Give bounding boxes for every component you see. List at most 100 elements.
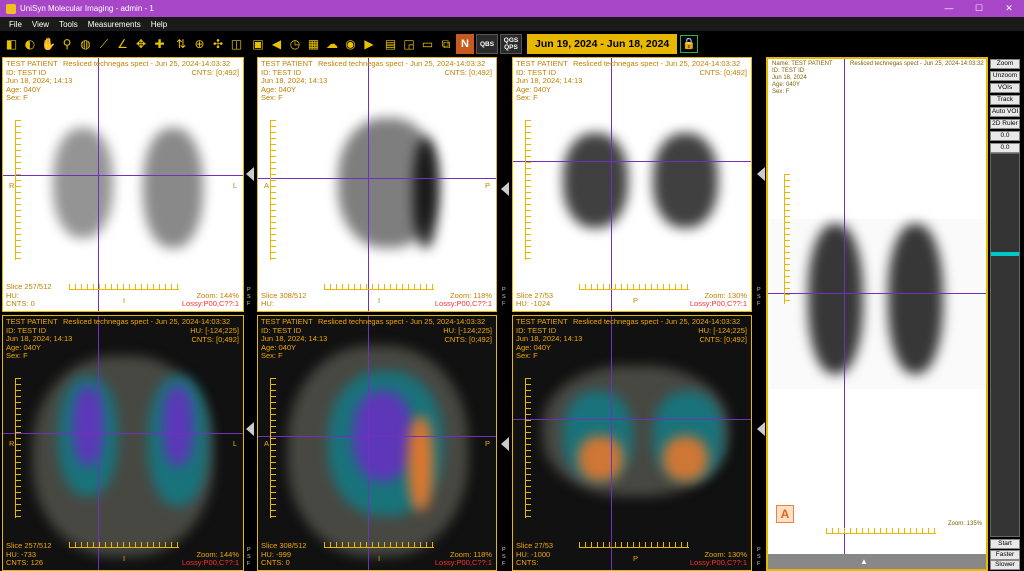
orientation-right: P [484, 439, 490, 448]
minimize-button[interactable]: — [934, 0, 964, 17]
faster-button[interactable]: Faster [990, 550, 1020, 560]
window-info: CNTS: [0;492] [444, 68, 492, 78]
series-description: Resliced technegas spect - Jun 25, 2024-… [63, 317, 231, 326]
collapse-tab[interactable] [246, 167, 254, 181]
mip-date: Jun 18, 2024 [772, 75, 807, 81]
viewport-sagittal-fused[interactable]: TEST PATIENT ID: TEST ID Jun 18, 2024; 1… [257, 315, 497, 571]
orientation-left: A [264, 439, 270, 448]
mip-patient-info: Name: TEST PATIENT ID: TEST ID Jun 18, 2… [772, 61, 833, 96]
menu-view[interactable]: View [32, 20, 49, 29]
n-button[interactable]: N [456, 34, 474, 54]
patient-sex: Sex: F [516, 351, 538, 361]
patient-sex: Sex: F [6, 93, 28, 103]
menu-tools[interactable]: Tools [59, 20, 78, 29]
anterior-view-button[interactable]: A [776, 505, 794, 523]
menu-help[interactable]: Help [151, 20, 167, 29]
cnts-window: CNTS: [0;492] [444, 334, 492, 344]
start-button[interactable]: Start [990, 539, 1020, 549]
window-info: HU: [-124;225] CNTS: [0;492] [698, 326, 747, 344]
layout-icon[interactable]: ◫ [228, 36, 245, 53]
orientation-right: L [232, 439, 237, 448]
orientation-right: L [232, 181, 237, 190]
brain-icon[interactable]: ☁ [324, 36, 341, 53]
window-info: HU: [-124;225] CNTS: [0;492] [443, 326, 492, 344]
patient-sex: Sex: F [6, 351, 28, 361]
viewport-sagittal-spect[interactable]: TEST PATIENT ID: TEST ID Jun 18, 2024; 1… [257, 57, 497, 312]
viewport-coronal-fused[interactable]: TEST PATIENT ID: TEST ID Jun 18, 2024; 1… [2, 315, 244, 571]
lock-icon[interactable]: 🔒 [680, 35, 699, 53]
collapse-tab[interactable] [757, 422, 765, 436]
mip-series: Resliced technegas spect - Jun 25, 2024-… [850, 61, 984, 67]
value-field-1[interactable]: 0.0 [990, 131, 1020, 141]
viewport-axial-spect[interactable]: TEST PATIENT ID: TEST ID Jun 18, 2024; 1… [512, 57, 752, 312]
move-icon[interactable]: ✣ [210, 36, 227, 53]
menu-measurements[interactable]: Measurements [88, 20, 141, 29]
mip-zoom: Zoom: 135% [947, 521, 982, 527]
zoom-button[interactable]: Zoom [990, 59, 1020, 69]
crosshair-icon[interactable]: ✥ [133, 36, 150, 53]
orientation-right: P [484, 181, 490, 190]
3d-icon[interactable]: ◍ [77, 36, 94, 53]
mip-viewport[interactable]: Name: TEST PATIENT ID: TEST ID Jun 18, 2… [766, 57, 988, 571]
unzoom-button[interactable]: Unzoom [990, 71, 1020, 81]
track-button[interactable]: Track [990, 95, 1020, 105]
flip-icon[interactable]: ⇅ [173, 36, 190, 53]
play-icon[interactable]: ◉ [342, 36, 359, 53]
cnts-window: CNTS: [0;492] [699, 334, 747, 344]
viewer-area: TEST PATIENT ID: TEST ID Jun 18, 2024; 1… [0, 57, 1024, 571]
patient-sex: Sex: F [261, 351, 283, 361]
slice-info: Slice 257/512 HU: -733 CNTS: 126 [6, 542, 51, 568]
qbs-label: QBS [479, 40, 495, 48]
window-level-icon[interactable]: ◧ [3, 36, 20, 53]
patient-sex: Sex: F [261, 93, 283, 103]
stack-icon[interactable]: ⧉ [438, 36, 455, 53]
window-title: UniSyn Molecular Imaging - admin - 1 [20, 4, 154, 13]
box-icon[interactable]: ▣ [250, 36, 267, 53]
cnts-window: CNTS: [0;492] [191, 68, 239, 77]
date-range[interactable]: Jun 19, 2024 - Jun 18, 2024 [527, 34, 678, 54]
mip-scrollbar[interactable]: ▲ [768, 554, 986, 569]
angle-icon[interactable]: ∠ [114, 36, 131, 53]
bar-chart-icon[interactable]: ▤ [382, 36, 399, 53]
orientation-bottom: I [123, 296, 126, 305]
scroll-up-icon[interactable]: ▲ [860, 557, 868, 566]
title-bar: UniSyn Molecular Imaging - admin - 1 — ☐… [0, 0, 1024, 17]
series-description: Resliced technegas spect - Jun 25, 2024-… [573, 317, 741, 326]
zoom-icon[interactable]: ⚲ [59, 36, 76, 53]
ruler-icon[interactable]: ⟋ [96, 36, 113, 53]
orientation-left: A [264, 181, 270, 190]
cnts-value: CNTS: 126 [6, 558, 44, 568]
maximize-button[interactable]: ☐ [964, 0, 994, 17]
mip-name: Name: TEST PATIENT [772, 61, 833, 67]
viewport-axial-fused[interactable]: TEST PATIENT ID: TEST ID Jun 18, 2024; 1… [512, 315, 752, 571]
film-icon[interactable]: ▶ [361, 36, 378, 53]
value-field-2[interactable]: 0.0 [990, 143, 1020, 153]
qgs-qps-button[interactable]: QGS QPS [500, 34, 522, 54]
viewport-coronal-spect[interactable]: TEST PATIENT ID: TEST ID Jun 18, 2024; 1… [2, 57, 244, 312]
plus-icon[interactable]: ✚ [151, 36, 168, 53]
series-description: Resliced technegas spect - Jun 25, 2024-… [63, 59, 231, 68]
back-icon[interactable]: ◀ [268, 36, 285, 53]
menu-file[interactable]: File [9, 20, 22, 29]
cine-icon[interactable]: ▭ [419, 36, 436, 53]
collapse-tab[interactable] [501, 182, 509, 196]
collapse-tab[interactable] [757, 167, 765, 181]
center-icon[interactable]: ⊕ [191, 36, 208, 53]
collapse-tab[interactable] [246, 422, 254, 436]
qbs-button[interactable]: QBS [476, 34, 498, 54]
orientation-bottom: I [123, 554, 126, 563]
2d-ruler-button[interactable]: 2D Ruler [990, 119, 1020, 129]
collapse-tab[interactable] [501, 437, 509, 451]
close-button[interactable]: ✕ [994, 0, 1024, 17]
contrast-icon[interactable]: ◐ [22, 36, 39, 53]
vois-button[interactable]: VOIs [990, 83, 1020, 93]
grid-icon[interactable]: ▦ [305, 36, 322, 53]
pan-hand-icon[interactable]: ✋ [40, 36, 57, 53]
chart-icon[interactable]: ◲ [401, 36, 418, 53]
threshold-slider[interactable] [990, 153, 1020, 537]
clock-icon[interactable]: ◷ [287, 36, 304, 53]
slower-button[interactable]: Slower [990, 560, 1020, 570]
window-info: HU: [-124;225] CNTS: [0;492] [190, 326, 239, 344]
auto-voi-button[interactable]: Auto VOI [990, 107, 1020, 117]
series-description: Resliced technegas spect - Jun 25, 2024-… [573, 59, 741, 68]
